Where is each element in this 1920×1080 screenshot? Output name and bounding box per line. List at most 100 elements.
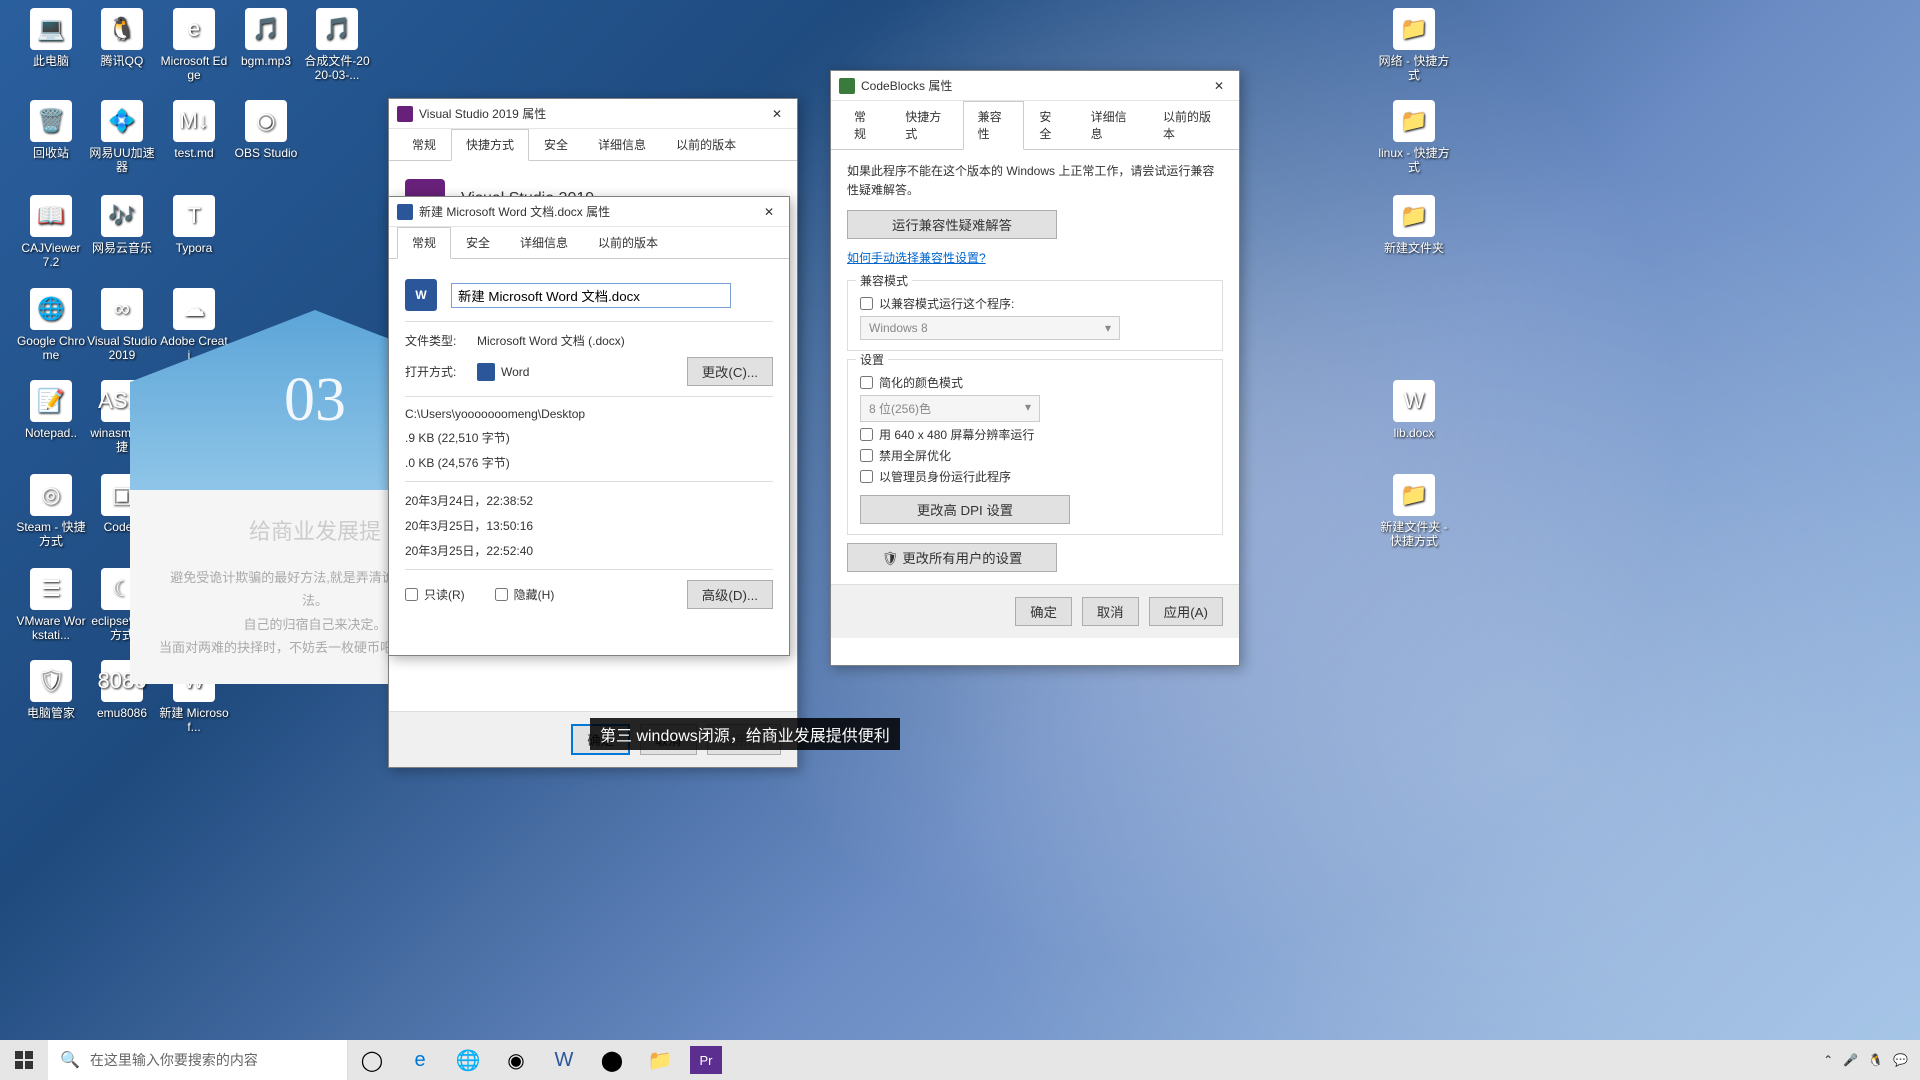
change-button[interactable]: 更改(C)... <box>687 357 773 386</box>
tab-以前的版本[interactable]: 以前的版本 <box>661 129 751 160</box>
all-users-button[interactable]: 🛡 更改所有用户的设置 <box>847 543 1057 572</box>
tab-常规[interactable]: 常规 <box>397 227 451 259</box>
close-icon[interactable]: ✕ <box>765 107 789 121</box>
ok-button[interactable]: 确定 <box>1015 597 1072 626</box>
window-title: CodeBlocks 属性 <box>861 77 1207 94</box>
app-icon: 💻 <box>30 8 72 50</box>
advanced-button[interactable]: 高级(D)... <box>687 580 773 609</box>
desktop-icon[interactable]: 🎶网易云音乐 <box>86 195 158 255</box>
reduced-color-checkbox[interactable]: 简化的颜色模式 <box>860 374 1210 391</box>
readonly-checkbox[interactable]: 只读(R) <box>405 586 465 603</box>
tab-安全[interactable]: 安全 <box>529 129 583 160</box>
search-input[interactable]: 🔍 在这里输入你要搜索的内容 <box>48 1040 348 1080</box>
app-icon: 📝 <box>30 380 72 422</box>
desktop-icon[interactable]: 🗑️回收站 <box>15 100 87 160</box>
tab-快捷方式[interactable]: 快捷方式 <box>890 101 962 149</box>
tb-word-icon[interactable]: W <box>540 1040 588 1080</box>
tab-兼容性[interactable]: 兼容性 <box>963 101 1025 150</box>
desktop-icon[interactable]: 💻此电脑 <box>15 8 87 68</box>
desktop-icon[interactable]: 📁新建文件夹 <box>1378 195 1450 255</box>
tab-详细信息[interactable]: 详细信息 <box>505 227 583 258</box>
word-small-icon <box>477 363 495 381</box>
disable-fullscreen-checkbox[interactable]: 禁用全屏优化 <box>860 447 1210 464</box>
desktop-icon[interactable]: 🐧腾讯QQ <box>86 8 158 68</box>
manual-settings-link[interactable]: 如何手动选择兼容性设置? <box>847 251 986 265</box>
desktop-icon[interactable]: 📖CAJViewer 7.2 <box>15 195 87 270</box>
compat-mode-checkbox[interactable]: 以兼容模式运行这个程序: <box>860 295 1210 312</box>
tb-premiere-icon[interactable]: Pr <box>690 1046 722 1074</box>
vs-icon <box>397 106 413 122</box>
cancel-button[interactable]: 取消 <box>1082 597 1139 626</box>
tab-以前的版本[interactable]: 以前的版本 <box>583 227 673 258</box>
desktop-icon[interactable]: 📁新建文件夹 - 快捷方式 <box>1378 474 1450 549</box>
runas-admin-checkbox[interactable]: 以管理员身份运行此程序 <box>860 468 1210 485</box>
app-icon: 📁 <box>1393 195 1435 237</box>
desktop-icon[interactable]: TTypora <box>158 195 230 255</box>
tb-edge-icon[interactable]: e <box>396 1040 444 1080</box>
hidden-checkbox[interactable]: 隐藏(H) <box>495 586 555 603</box>
tray-icon[interactable]: 🐧 <box>1868 1053 1883 1067</box>
desktop-icon[interactable]: 💠网易UU加速器 <box>86 100 158 175</box>
tab-快捷方式[interactable]: 快捷方式 <box>451 129 529 161</box>
system-tray[interactable]: ⌃ 🎤 🐧 💬 <box>1811 1053 1920 1067</box>
desktop-icon[interactable]: 📝Notepad.. <box>15 380 87 440</box>
tab-安全[interactable]: 安全 <box>1024 101 1075 149</box>
app-icon: T <box>173 195 215 237</box>
cb-tabs: 常规快捷方式兼容性安全详细信息以前的版本 <box>831 101 1239 150</box>
cortana-icon[interactable]: ◯ <box>348 1040 396 1080</box>
app-icon: 🐧 <box>101 8 143 50</box>
640x480-checkbox[interactable]: 用 640 x 480 屏幕分辨率运行 <box>860 426 1210 443</box>
apply-button[interactable]: 应用(A) <box>1149 597 1223 626</box>
app-icon: W <box>1393 380 1435 422</box>
tab-详细信息[interactable]: 详细信息 <box>583 129 661 160</box>
close-icon[interactable]: ✕ <box>757 205 781 219</box>
window-title: 新建 Microsoft Word 文档.docx 属性 <box>419 203 757 220</box>
app-icon: 🛡 <box>30 660 72 702</box>
app-icon: 🎶 <box>101 195 143 237</box>
desktop-icon[interactable]: M↓test.md <box>158 100 230 160</box>
app-icon: M↓ <box>173 100 215 142</box>
color-depth-select[interactable]: 8 位(256)色▾ <box>860 395 1040 422</box>
tab-常规[interactable]: 常规 <box>839 101 890 149</box>
start-button[interactable] <box>0 1040 48 1080</box>
tab-详细信息[interactable]: 详细信息 <box>1076 101 1148 149</box>
desktop-icon[interactable]: 🎵合成文件-2020-03-... <box>301 8 373 83</box>
codeblocks-properties-window[interactable]: CodeBlocks 属性 ✕ 常规快捷方式兼容性安全详细信息以前的版本 如果此… <box>830 70 1240 666</box>
desktop-icon[interactable]: ◎Steam - 快捷方式 <box>15 474 87 549</box>
chevron-up-icon[interactable]: ⌃ <box>1823 1053 1833 1067</box>
tray-icon[interactable]: 🎤 <box>1843 1053 1858 1067</box>
dpi-button[interactable]: 更改高 DPI 设置 <box>860 495 1070 524</box>
taskbar: 🔍 在这里输入你要搜索的内容 ◯ e 🌐 ◉ W ⬤ 📁 Pr ⌃ 🎤 🐧 💬 <box>0 1040 1920 1080</box>
tb-obs-icon[interactable]: ◉ <box>492 1040 540 1080</box>
calendar-day: 03 <box>284 365 346 436</box>
app-icon: 🌐 <box>30 288 72 330</box>
tab-常规[interactable]: 常规 <box>397 129 451 160</box>
tab-以前的版本[interactable]: 以前的版本 <box>1148 101 1231 149</box>
filename-input[interactable] <box>451 283 731 308</box>
desktop-icon[interactable]: eMicrosoft Edge <box>158 8 230 83</box>
window-title: Visual Studio 2019 属性 <box>419 105 765 122</box>
codeblocks-icon <box>839 78 855 94</box>
tab-安全[interactable]: 安全 <box>451 227 505 258</box>
app-icon: 🎵 <box>245 8 287 50</box>
desktop-icon[interactable]: ☰VMware Workstati... <box>15 568 87 643</box>
action-center-icon[interactable]: 💬 <box>1893 1053 1908 1067</box>
desktop-icon[interactable]: Wlib.docx <box>1378 380 1450 440</box>
desktop-icon[interactable]: 📁linux - 快捷方式 <box>1378 100 1450 175</box>
desktop-icon[interactable]: 🌐Google Chrome <box>15 288 87 363</box>
word-properties-window[interactable]: 新建 Microsoft Word 文档.docx 属性 ✕ 常规安全详细信息以… <box>388 196 790 656</box>
app-icon: ◎ <box>30 474 72 516</box>
compat-os-select[interactable]: Windows 8▾ <box>860 316 1120 340</box>
tb-explorer-icon[interactable]: 📁 <box>636 1040 684 1080</box>
search-icon: 🔍 <box>60 1050 80 1070</box>
troubleshoot-button[interactable]: 运行兼容性疑难解答 <box>847 210 1057 239</box>
close-icon[interactable]: ✕ <box>1207 79 1231 93</box>
tb-chrome-icon[interactable]: 🌐 <box>444 1040 492 1080</box>
desktop-icon[interactable]: 🛡电脑管家 <box>15 660 87 720</box>
app-icon: 📖 <box>30 195 72 237</box>
desktop-icon[interactable]: 📁网络 - 快捷方式 <box>1378 8 1450 83</box>
tb-app-icon[interactable]: ⬤ <box>588 1040 636 1080</box>
desktop-icon[interactable]: ◉OBS Studio <box>230 100 302 160</box>
app-icon: 🗑️ <box>30 100 72 142</box>
desktop-icon[interactable]: 🎵bgm.mp3 <box>230 8 302 68</box>
